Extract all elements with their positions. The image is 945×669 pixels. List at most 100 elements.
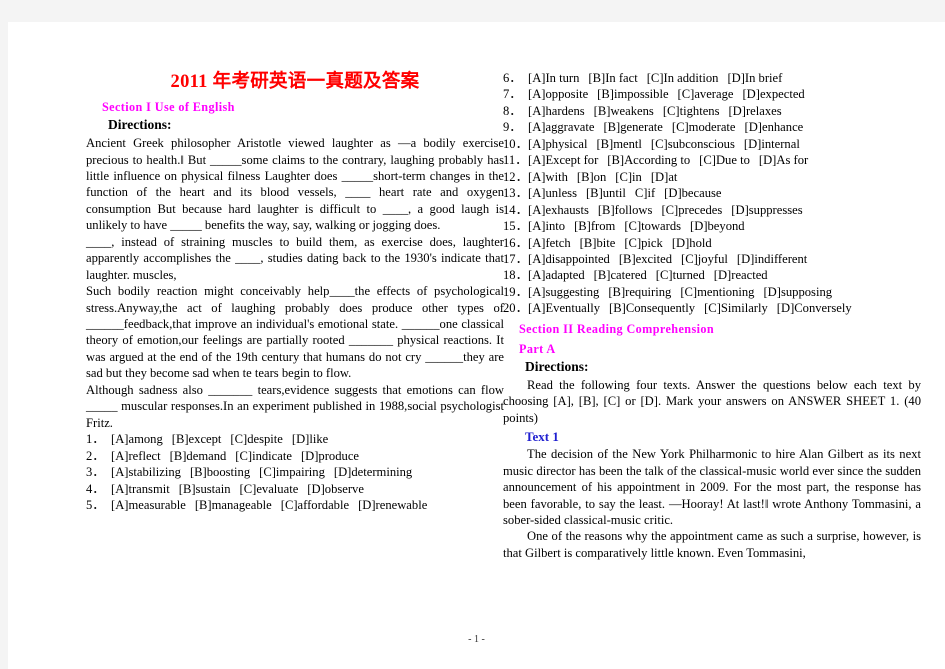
option-b[interactable]: [B]bite: [580, 235, 616, 251]
option-b[interactable]: [B]until: [586, 185, 626, 201]
option-b[interactable]: [B]In fact: [588, 70, 637, 86]
option-a[interactable]: [A]Except for: [528, 152, 598, 168]
option-b[interactable]: [B]follows: [598, 202, 653, 218]
option-a[interactable]: [A]aggravate: [528, 119, 594, 135]
question-number: 3．: [86, 465, 105, 480]
question-number: 20．: [503, 301, 529, 316]
option-a[interactable]: [A]physical: [528, 136, 587, 152]
option-b[interactable]: [B]According to: [607, 152, 690, 168]
option-c[interactable]: [C]in: [615, 169, 642, 185]
option-b[interactable]: [B]excited: [619, 251, 672, 267]
option-a[interactable]: [A]fetch: [528, 235, 571, 251]
option-a[interactable]: [A]into: [528, 218, 565, 234]
option-c[interactable]: [C]tightens: [663, 103, 720, 119]
option-c[interactable]: [C]Similarly: [704, 300, 768, 316]
option-d[interactable]: [D]supposing: [763, 284, 832, 300]
section-2-directions-body: Read the following four texts. Answer th…: [503, 377, 921, 425]
option-a[interactable]: [A]stabilizing: [111, 464, 181, 480]
option-d[interactable]: [D]renewable: [358, 497, 427, 513]
option-a[interactable]: [A]unless: [528, 185, 577, 201]
option-c[interactable]: [C]joyful: [681, 251, 728, 267]
option-c[interactable]: [C]towards: [624, 218, 681, 234]
question-number: 7．: [503, 87, 522, 102]
option-a[interactable]: [A]hardens: [528, 103, 585, 119]
option-a[interactable]: [A]reflect: [111, 448, 161, 464]
option-b[interactable]: [B]on: [577, 169, 606, 185]
option-d[interactable]: [D]observe: [307, 481, 364, 497]
question-item: 5． [A]measurable [B]manageable [C]affordabl…: [86, 497, 504, 513]
option-c[interactable]: [C]evaluate: [240, 481, 299, 497]
option-d[interactable]: [D]internal: [744, 136, 800, 152]
option-c[interactable]: [C]In addition: [647, 70, 719, 86]
option-d[interactable]: [D]because: [664, 185, 721, 201]
question-item: 6． [A]In turn [B]In fact [C]In addition [D]I…: [503, 70, 921, 86]
question-item: 20．[A]Eventually [B]Consequently [C]Simila…: [503, 300, 921, 316]
question-number: 14．: [503, 202, 529, 217]
option-a[interactable]: [A]Eventually: [528, 300, 600, 316]
option-d[interactable]: [D]Conversely: [777, 300, 852, 316]
question-item: 18．[A]adapted [B]catered [C]turned [D]react…: [503, 267, 921, 283]
option-c[interactable]: [C]subconscious: [651, 136, 735, 152]
option-a[interactable]: [A]suggesting: [528, 284, 599, 300]
option-b[interactable]: [B]Consequently: [609, 300, 695, 316]
option-d[interactable]: [D]hold: [672, 235, 712, 251]
option-d[interactable]: [D]reacted: [714, 267, 768, 283]
question-item: 9． [A]aggravate [B]generate [C]moderate [D]e…: [503, 119, 921, 135]
option-d[interactable]: [D]expected: [742, 86, 804, 102]
option-d[interactable]: [D]determining: [334, 464, 412, 480]
option-a[interactable]: [A]opposite: [528, 86, 588, 102]
cloze-paragraph-2: ____, instead of straining muscles to bu…: [86, 234, 504, 282]
option-a[interactable]: [A]disappointed: [528, 251, 610, 267]
option-a[interactable]: [A]among: [111, 431, 163, 447]
option-d[interactable]: [D]relaxes: [728, 103, 781, 119]
option-c[interactable]: [C]average: [678, 86, 734, 102]
option-b[interactable]: [B]sustain: [179, 481, 231, 497]
option-d[interactable]: [D]produce: [301, 448, 359, 464]
option-d[interactable]: [D]like: [292, 431, 328, 447]
option-d[interactable]: [D]enhance: [745, 119, 804, 135]
question-list-left: 1． [A]among [B]except [C]despite [D]like 2． […: [86, 431, 504, 513]
option-d[interactable]: [D]suppresses: [731, 202, 802, 218]
option-c[interactable]: [C]precedes: [661, 202, 722, 218]
option-c[interactable]: C]if: [635, 185, 655, 201]
option-b[interactable]: [B]weakens: [594, 103, 654, 119]
option-b[interactable]: [B]except: [172, 431, 222, 447]
question-item: 3． [A]stabilizing [B]boosting [C]impairing […: [86, 464, 504, 480]
option-b[interactable]: [B]boosting: [190, 464, 250, 480]
option-a[interactable]: [A]transmit: [111, 481, 170, 497]
option-b[interactable]: [B]from: [574, 218, 615, 234]
option-c[interactable]: [C]Due to: [699, 152, 750, 168]
option-b[interactable]: [B]demand: [170, 448, 227, 464]
document-page: 2011 年考研英语一真题及答案 Section I Use of Englis…: [8, 22, 945, 669]
section-1-heading: Section I Use of English: [102, 100, 235, 115]
option-a[interactable]: [A]adapted: [528, 267, 585, 283]
option-d[interactable]: [D]As for: [759, 152, 808, 168]
option-d[interactable]: [D]indifferent: [737, 251, 807, 267]
option-a[interactable]: [A]with: [528, 169, 568, 185]
question-item: 19．[A]suggesting [B]requiring [C]mentionin…: [503, 284, 921, 300]
option-c[interactable]: [C]mentioning: [680, 284, 754, 300]
option-b[interactable]: [B]requiring: [608, 284, 671, 300]
option-b[interactable]: [B]mentl: [596, 136, 641, 152]
option-a[interactable]: [A]In turn: [528, 70, 579, 86]
option-c[interactable]: [C]turned: [656, 267, 705, 283]
option-d[interactable]: [D]at: [651, 169, 678, 185]
option-b[interactable]: [B]generate: [603, 119, 662, 135]
question-number: 15．: [503, 219, 529, 234]
option-c[interactable]: [C]pick: [624, 235, 662, 251]
option-c[interactable]: [C]moderate: [672, 119, 736, 135]
option-c[interactable]: [C]affordable: [281, 497, 349, 513]
option-b[interactable]: [B]impossible: [597, 86, 668, 102]
option-c[interactable]: [C]despite: [230, 431, 282, 447]
question-number: 9．: [503, 120, 522, 135]
option-b[interactable]: [B]catered: [594, 267, 647, 283]
option-a[interactable]: [A]exhausts: [528, 202, 589, 218]
option-d[interactable]: [D]In brief: [727, 70, 782, 86]
option-d[interactable]: [D]beyond: [690, 218, 745, 234]
option-c[interactable]: [C]impairing: [259, 464, 325, 480]
option-b[interactable]: [B]manageable: [195, 497, 272, 513]
question-number: 19．: [503, 284, 529, 299]
option-a[interactable]: [A]measurable: [111, 497, 186, 513]
question-item: 2． [A]reflect [B]demand [C]indicate [D]produ…: [86, 448, 504, 464]
option-c[interactable]: [C]indicate: [235, 448, 292, 464]
